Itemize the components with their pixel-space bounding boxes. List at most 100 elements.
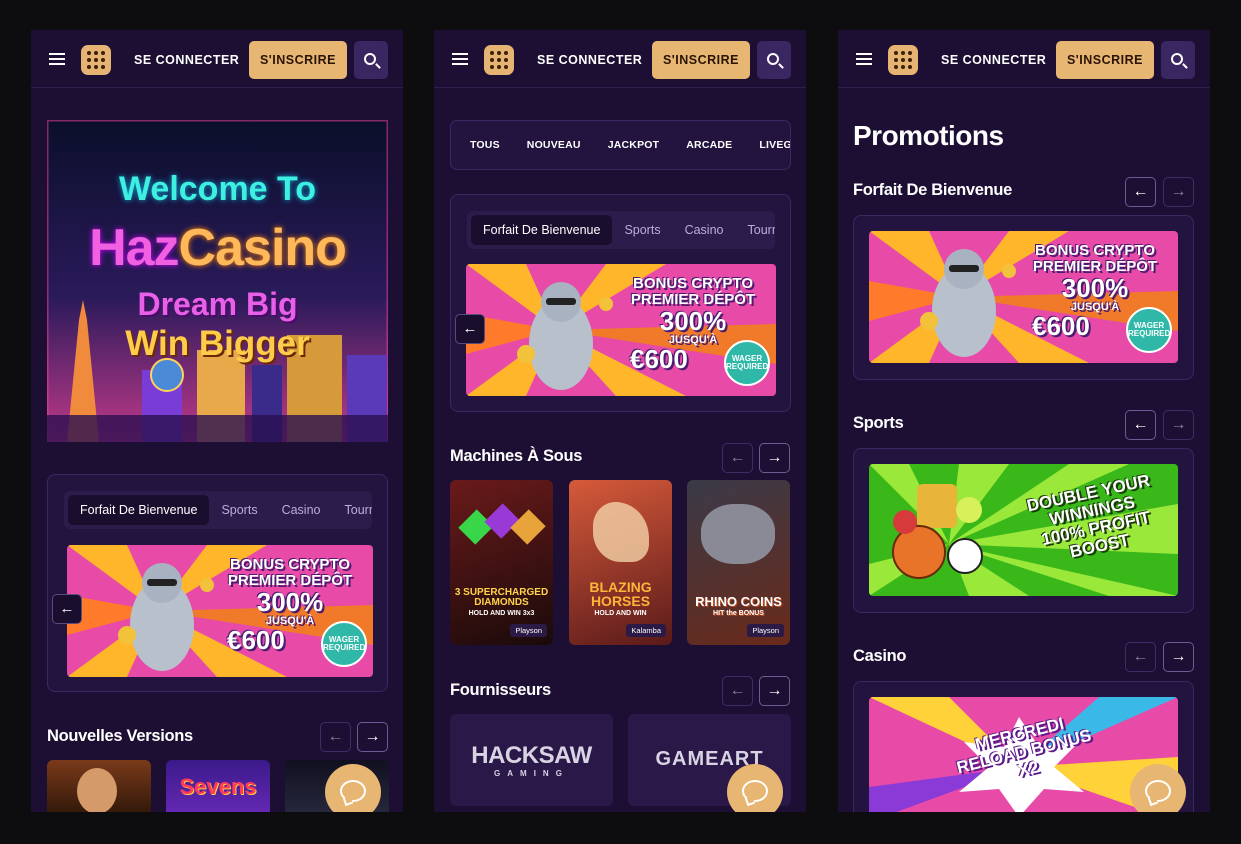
game-tile[interactable] <box>47 760 151 812</box>
wager-badge: WAGER REQUIRED <box>1126 307 1172 353</box>
arrow-left-icon: ← <box>462 320 478 337</box>
filter-arcade[interactable]: ARCADE <box>686 121 732 169</box>
arrow-right-icon: → <box>766 682 783 699</box>
casino-logo-icon[interactable] <box>888 45 918 75</box>
rhino-graphic <box>701 504 775 564</box>
carousel-prev-button[interactable]: ← <box>455 314 485 344</box>
game-tile[interactable]: BLAZING HORSES HOLD AND WIN Kalamba <box>569 480 672 645</box>
screen-promotions: SE CONNECTER S'INSCRIRE Promotions Forfa… <box>838 30 1210 812</box>
game-subtitle: HOLD AND WIN 3x3 <box>468 610 535 617</box>
search-button[interactable] <box>1161 41 1195 79</box>
promo-carousel-card: Forfait De BienvenueSportsCasinoTourn BO… <box>450 194 791 412</box>
casino-logo-icon[interactable] <box>484 45 514 75</box>
new-releases-next-button[interactable]: → <box>357 722 388 752</box>
menu-icon[interactable] <box>856 53 872 65</box>
chat-button[interactable] <box>1130 764 1186 812</box>
filter-livegames[interactable]: LIVEGAMES <box>759 121 790 169</box>
sports-prev-button[interactable]: ← <box>1125 410 1156 440</box>
signup-button[interactable]: S'INSCRIRE <box>652 41 750 79</box>
promo-carousel-card: Forfait De BienvenueSportsCasinoTourn BO… <box>47 474 388 692</box>
game-title: RHINO COINS HIT the BONUS <box>691 595 786 617</box>
new-releases-prev-button[interactable]: ← <box>320 722 351 752</box>
menu-icon[interactable] <box>49 53 65 65</box>
wager-line-2: REQUIRED <box>323 643 366 653</box>
sports-next-button[interactable]: → <box>1163 410 1194 440</box>
provider-subname: GAMING <box>494 769 569 778</box>
game-tile[interactable]: 3 SUPERCHARGED DIAMONDS HOLD AND WIN 3x3 … <box>450 480 553 645</box>
welcome-bonus-banner[interactable]: BONUS CRYPTO PREMIER DÉPÔT 300% JUSQU'À … <box>466 264 776 396</box>
diamond-graphic <box>484 503 520 539</box>
slots-prev-button[interactable]: ← <box>722 443 753 473</box>
search-button[interactable] <box>757 41 791 79</box>
banner-line-1: BONUS CRYPTO <box>1034 242 1155 259</box>
provider-name: HACKSAW <box>471 742 592 769</box>
hero-brand-casino: Casino <box>178 219 347 277</box>
provider-badge: Playson <box>747 624 784 637</box>
casino-logo-icon[interactable] <box>81 45 111 75</box>
casino-prev-button[interactable]: ← <box>1125 642 1156 672</box>
hero-banner[interactable]: Welcome To HazCasino Dream Big Win Bigge… <box>47 120 388 442</box>
sports-boost-banner[interactable]: DOUBLE YOUR WINNINGS 100% PROFIT BOOST <box>869 464 1178 596</box>
search-icon <box>364 53 376 65</box>
wager-badge: WAGER REQUIRED <box>724 340 770 386</box>
filter-jackpot[interactable]: JACKPOT <box>608 121 660 169</box>
wager-line-2: REQUIRED <box>726 362 769 372</box>
provider-tile[interactable]: HACKSAW GAMING <box>450 714 613 806</box>
tab-sports[interactable]: Sports <box>612 215 672 245</box>
arrow-right-icon: → <box>364 728 381 745</box>
promo-tabs: Forfait De BienvenueSportsCasinoTourn <box>467 211 775 249</box>
menu-icon[interactable] <box>452 53 468 65</box>
slots-title: Machines À Sous <box>450 447 583 465</box>
promo-card-welcome: BONUS CRYPTO PREMIER DÉPÔT 300% JUSQU'À … <box>853 215 1194 380</box>
banner-percent: 300% <box>1061 272 1129 303</box>
promo-card-sports: DOUBLE YOUR WINNINGS 100% PROFIT BOOST <box>853 448 1194 613</box>
welcome-prev-button[interactable]: ← <box>1125 177 1156 207</box>
game-tile[interactable]: Sevens <box>166 760 270 812</box>
game-title: 3 SUPERCHARGED DIAMONDS HOLD AND WIN 3x3 <box>454 588 549 618</box>
tab-sports[interactable]: Sports <box>209 495 269 525</box>
tab-tournaments[interactable]: Tourn <box>333 495 373 525</box>
horse-graphic <box>593 502 649 562</box>
tab-welcome[interactable]: Forfait De Bienvenue <box>68 495 210 525</box>
hero-welcome-text: Welcome To <box>118 170 317 208</box>
banner-percent: 300% <box>659 305 727 336</box>
game-name: BLAZING HORSES <box>589 579 652 609</box>
filter-all[interactable]: TOUS <box>470 121 500 169</box>
providers-next-button[interactable]: → <box>759 676 790 706</box>
provider-badge: Kalamba <box>626 624 666 637</box>
game-character-graphic <box>77 768 117 812</box>
hero-dream-text: Dream Big <box>137 286 298 322</box>
provider-badge: Playson <box>510 624 547 637</box>
login-button[interactable]: SE CONNECTER <box>941 53 1046 67</box>
chat-bubble-icon <box>340 780 366 802</box>
search-button[interactable] <box>354 41 388 79</box>
filter-new[interactable]: NOUVEAU <box>527 121 581 169</box>
hero-background-graphic <box>47 120 388 442</box>
chat-button[interactable] <box>727 764 783 812</box>
welcome-bonus-banner[interactable]: BONUS CRYPTO PREMIER DÉPÔT 300% JUSQU'À … <box>67 545 373 677</box>
chat-button[interactable] <box>325 764 381 812</box>
tab-tournaments[interactable]: Tourn <box>736 215 776 245</box>
game-tile[interactable]: RHINO COINS HIT the BONUS Playson <box>687 480 790 645</box>
providers-title: Fournisseurs <box>450 681 551 699</box>
wager-badge: WAGER REQUIRED <box>321 621 367 667</box>
tab-welcome[interactable]: Forfait De Bienvenue <box>471 215 613 245</box>
login-button[interactable]: SE CONNECTER <box>537 53 642 67</box>
login-button[interactable]: SE CONNECTER <box>134 53 239 67</box>
chat-bubble-icon <box>1145 780 1171 802</box>
signup-button[interactable]: S'INSCRIRE <box>1056 41 1154 79</box>
welcome-bonus-banner[interactable]: BONUS CRYPTO PREMIER DÉPÔT 300% JUSQU'À … <box>869 231 1178 363</box>
page-title: Promotions <box>853 120 1004 151</box>
providers-prev-button[interactable]: ← <box>722 676 753 706</box>
casino-next-button[interactable]: → <box>1163 642 1194 672</box>
signup-button[interactable]: S'INSCRIRE <box>249 41 347 79</box>
tab-casino[interactable]: Casino <box>673 215 736 245</box>
welcome-next-button[interactable]: → <box>1163 177 1194 207</box>
promo-tabs: Forfait De BienvenueSportsCasinoTourn <box>64 491 372 529</box>
arrow-left-icon: ← <box>729 682 746 699</box>
section-title-casino: Casino <box>853 647 907 665</box>
carousel-prev-button[interactable]: ← <box>52 594 82 624</box>
slots-next-button[interactable]: → <box>759 443 790 473</box>
hero-win-text: Win Bigger <box>125 324 310 363</box>
tab-casino[interactable]: Casino <box>270 495 333 525</box>
